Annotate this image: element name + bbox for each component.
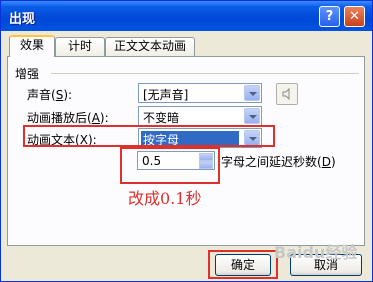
section-divider xyxy=(51,73,359,74)
after-animation-label: 动画播放后(A): xyxy=(27,111,109,125)
tab-timing[interactable]: 计时 xyxy=(55,37,105,56)
tab-effect[interactable]: 效果 xyxy=(9,35,55,57)
section-title: 增强 xyxy=(15,67,40,81)
after-animation-value: 不变暗 xyxy=(143,111,180,125)
highlight-ok xyxy=(208,250,278,279)
highlight-animate-text xyxy=(23,125,275,147)
chevron-down-icon[interactable] xyxy=(244,108,260,124)
help-button[interactable]: ? xyxy=(319,6,340,27)
tab-text-animation[interactable]: 正文文本动画 xyxy=(105,37,195,56)
dialog-title: 出现 xyxy=(9,12,36,27)
sound-value: [无声音] xyxy=(143,88,189,102)
chevron-down-icon[interactable] xyxy=(244,85,260,101)
speaker-button[interactable] xyxy=(276,83,298,105)
speaker-icon xyxy=(282,87,290,101)
watermark: Baidu经验 xyxy=(274,243,358,262)
dialog-window: 出现 ? ✕ 效果 计时 正文文本动画 增强 声音(S): [无声音] 动画播放… xyxy=(0,0,373,282)
delay-label: 字母之间延迟秒数(D) xyxy=(221,155,336,169)
title-bar[interactable]: 出现 ? ✕ xyxy=(1,1,372,31)
highlight-delay xyxy=(120,147,220,184)
sound-select[interactable]: [无声音] xyxy=(138,83,262,103)
after-animation-select[interactable]: 不变暗 xyxy=(138,106,262,126)
annotation-text: 改成0.1秒 xyxy=(128,189,202,208)
close-button[interactable]: ✕ xyxy=(344,6,365,27)
sound-label: 声音(S): xyxy=(27,88,73,102)
